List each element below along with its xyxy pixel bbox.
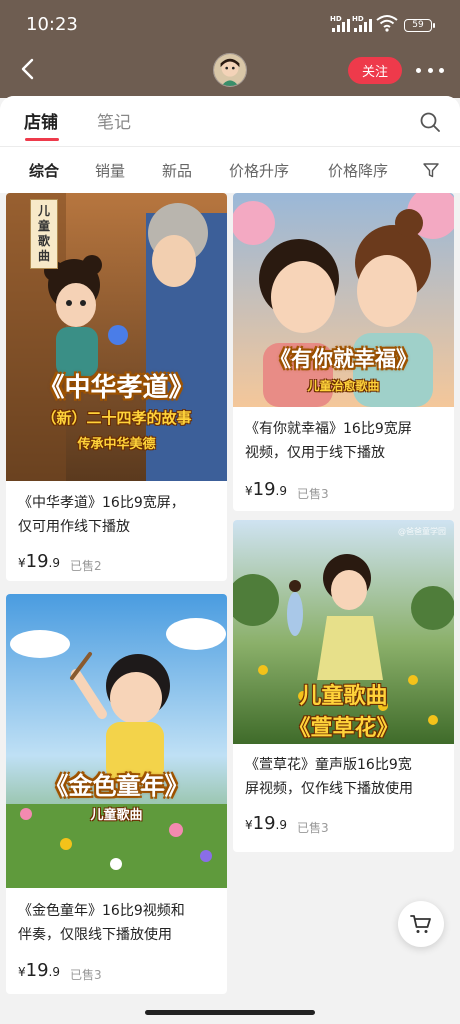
- signal-icon-1: [332, 18, 350, 32]
- price-decimal: .9: [48, 965, 60, 979]
- cover-subtitle: 《萱草花》: [288, 716, 399, 741]
- price-integer: 19: [252, 813, 276, 834]
- filter-icon[interactable]: [422, 161, 440, 179]
- wifi-icon: [376, 15, 398, 32]
- price-currency: ¥: [18, 965, 26, 979]
- product-title-line: 《中华孝道》16比9宽屏，: [18, 495, 185, 511]
- sold-count: 已售3: [70, 968, 102, 982]
- battery-icon: 59: [404, 19, 435, 32]
- shop-avatar[interactable]: [213, 53, 247, 87]
- product-title-line: 《金色童年》16比9视频和: [18, 903, 185, 919]
- cover-subtitle: （新）二十四孝的故事: [41, 409, 192, 427]
- product-title: 《中华孝道》16比9宽屏， 仅可用作线下播放: [18, 491, 185, 539]
- sort-bar: 综合 销量 新品 价格升序 价格降序: [0, 147, 460, 193]
- product-title-line: 伴奏，仅限线下播放使用: [18, 927, 172, 943]
- cover-title: 《中华孝道》: [38, 373, 195, 403]
- product-price: ¥19.9: [18, 551, 60, 572]
- product-cover-image: [6, 594, 227, 888]
- sold-count: 已售2: [70, 559, 102, 573]
- search-icon[interactable]: [418, 110, 442, 134]
- product-title: 《萱草花》童声版16比9宽 屏视频，仅作线下播放使用: [245, 753, 413, 801]
- top-bar: 10:23 HD HD 59 关注: [0, 0, 460, 98]
- price-currency: ¥: [245, 818, 253, 832]
- sort-price-desc[interactable]: 价格降序: [328, 160, 388, 181]
- price-decimal: .9: [275, 818, 287, 832]
- sort-comprehensive[interactable]: 综合: [29, 160, 59, 181]
- product-title-line: 视频，仅用于线下播放: [245, 445, 385, 461]
- cover-title: 《金色童年》: [44, 772, 189, 800]
- sold-count: 已售3: [297, 487, 329, 501]
- cover-tag: 儿童歌曲: [30, 199, 58, 269]
- tab-bar: 店铺 笔记: [0, 96, 460, 146]
- status-time: 10:23: [26, 14, 78, 35]
- product-card[interactable]: 《金色童年》 儿童歌曲 《金色童年》16比9视频和 伴奏，仅限线下播放使用 ¥1…: [6, 594, 227, 994]
- cover-title: 儿童歌曲: [299, 684, 388, 709]
- cart-icon: [410, 915, 431, 933]
- tab-shop[interactable]: 店铺: [24, 108, 58, 133]
- cover-subtitle: 儿童歌曲: [90, 808, 143, 823]
- price-integer: 19: [25, 960, 49, 981]
- price-currency: ¥: [18, 556, 26, 570]
- price-integer: 19: [25, 551, 49, 572]
- price-decimal: .9: [48, 556, 60, 570]
- product-card[interactable]: 《有你就幸福》 儿童治愈歌曲 《有你就幸福》16比9宽屏 视频，仅用于线下播放 …: [233, 193, 454, 511]
- product-price: ¥19.9: [245, 813, 287, 834]
- product-card[interactable]: 儿童歌曲 《中华孝道》 （新）二十四孝的故事 传承中华美德 《中华孝道》16比9…: [6, 193, 227, 581]
- sort-new[interactable]: 新品: [162, 160, 192, 181]
- follow-button[interactable]: 关注: [348, 57, 402, 84]
- sold-count: 已售3: [297, 821, 329, 835]
- product-title: 《有你就幸福》16比9宽屏 视频，仅用于线下播放: [245, 417, 412, 465]
- tab-notes[interactable]: 笔记: [97, 108, 131, 133]
- cover-subtitle: 儿童治愈歌曲: [307, 379, 380, 393]
- product-card[interactable]: @爸爸童学园 儿童歌曲 《萱草花》 《萱草花》童声版16比9宽 屏视频，仅作线下…: [233, 520, 454, 852]
- product-price: ¥19.9: [18, 960, 60, 981]
- product-title: 《金色童年》16比9视频和 伴奏，仅限线下播放使用: [18, 899, 185, 947]
- product-price: ¥19.9: [245, 479, 287, 500]
- price-decimal: .9: [275, 484, 287, 498]
- product-title-line: 《萱草花》童声版16比9宽: [245, 757, 412, 773]
- back-icon[interactable]: [16, 56, 42, 82]
- status-bar: 10:23 HD HD 59: [0, 0, 460, 50]
- price-currency: ¥: [245, 484, 253, 498]
- sort-sales[interactable]: 销量: [95, 160, 125, 181]
- more-icon[interactable]: [416, 60, 444, 80]
- product-title-line: 《有你就幸福》16比9宽屏: [245, 421, 412, 437]
- home-indicator[interactable]: [145, 1010, 315, 1015]
- price-integer: 19: [252, 479, 276, 500]
- signal-icon-2: [354, 18, 372, 32]
- product-cover-image: [233, 193, 454, 407]
- cover-title: 《有你就幸福》: [270, 347, 417, 371]
- product-title-line: 仅可用作线下播放: [18, 519, 130, 535]
- product-title-line: 屏视频，仅作线下播放使用: [245, 781, 413, 797]
- cover-slogan: 传承中华美德: [77, 437, 156, 452]
- cover-watermark: @爸爸童学园: [398, 527, 446, 536]
- cart-button[interactable]: [398, 901, 444, 947]
- sort-price-asc[interactable]: 价格升序: [229, 160, 289, 181]
- tab-active-indicator: [25, 138, 59, 141]
